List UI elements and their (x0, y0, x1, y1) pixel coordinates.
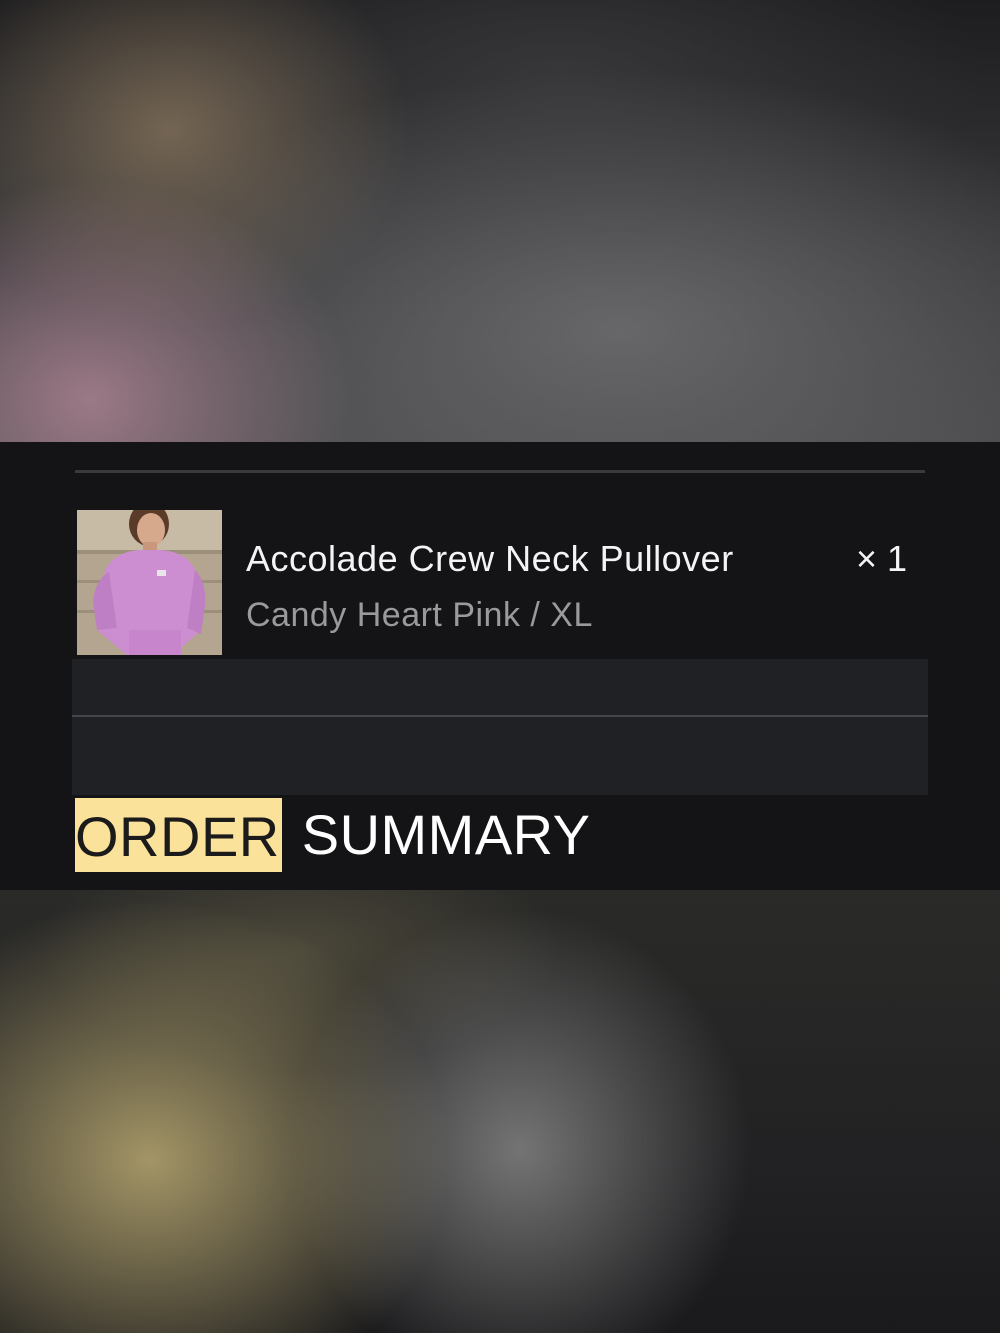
order-summary-sheet: Accolade Crew Neck Pullover × 1 Candy He… (0, 442, 1000, 890)
product-variant: Candy Heart Pink / XL (246, 596, 593, 634)
order-summary-heading: ORDER SUMMARY (75, 798, 590, 872)
blurred-background-top (0, 0, 1000, 442)
heading-word: SUMMARY (301, 803, 591, 866)
checkout-screen: Accolade Crew Neck Pullover × 1 Candy He… (0, 0, 1000, 1333)
blurred-background-bottom (0, 890, 1000, 1333)
summary-row-placeholder (72, 659, 928, 715)
summary-row-placeholder (72, 717, 928, 795)
product-name: Accolade Crew Neck Pullover (246, 538, 734, 579)
top-divider (75, 470, 925, 473)
product-photo-icon (77, 510, 222, 655)
heading-highlighted-word: ORDER (75, 798, 282, 872)
product-quantity: × 1 (855, 538, 907, 579)
product-thumbnail (77, 510, 222, 655)
cart-line-item[interactable]: Accolade Crew Neck Pullover × 1 Candy He… (75, 508, 925, 658)
